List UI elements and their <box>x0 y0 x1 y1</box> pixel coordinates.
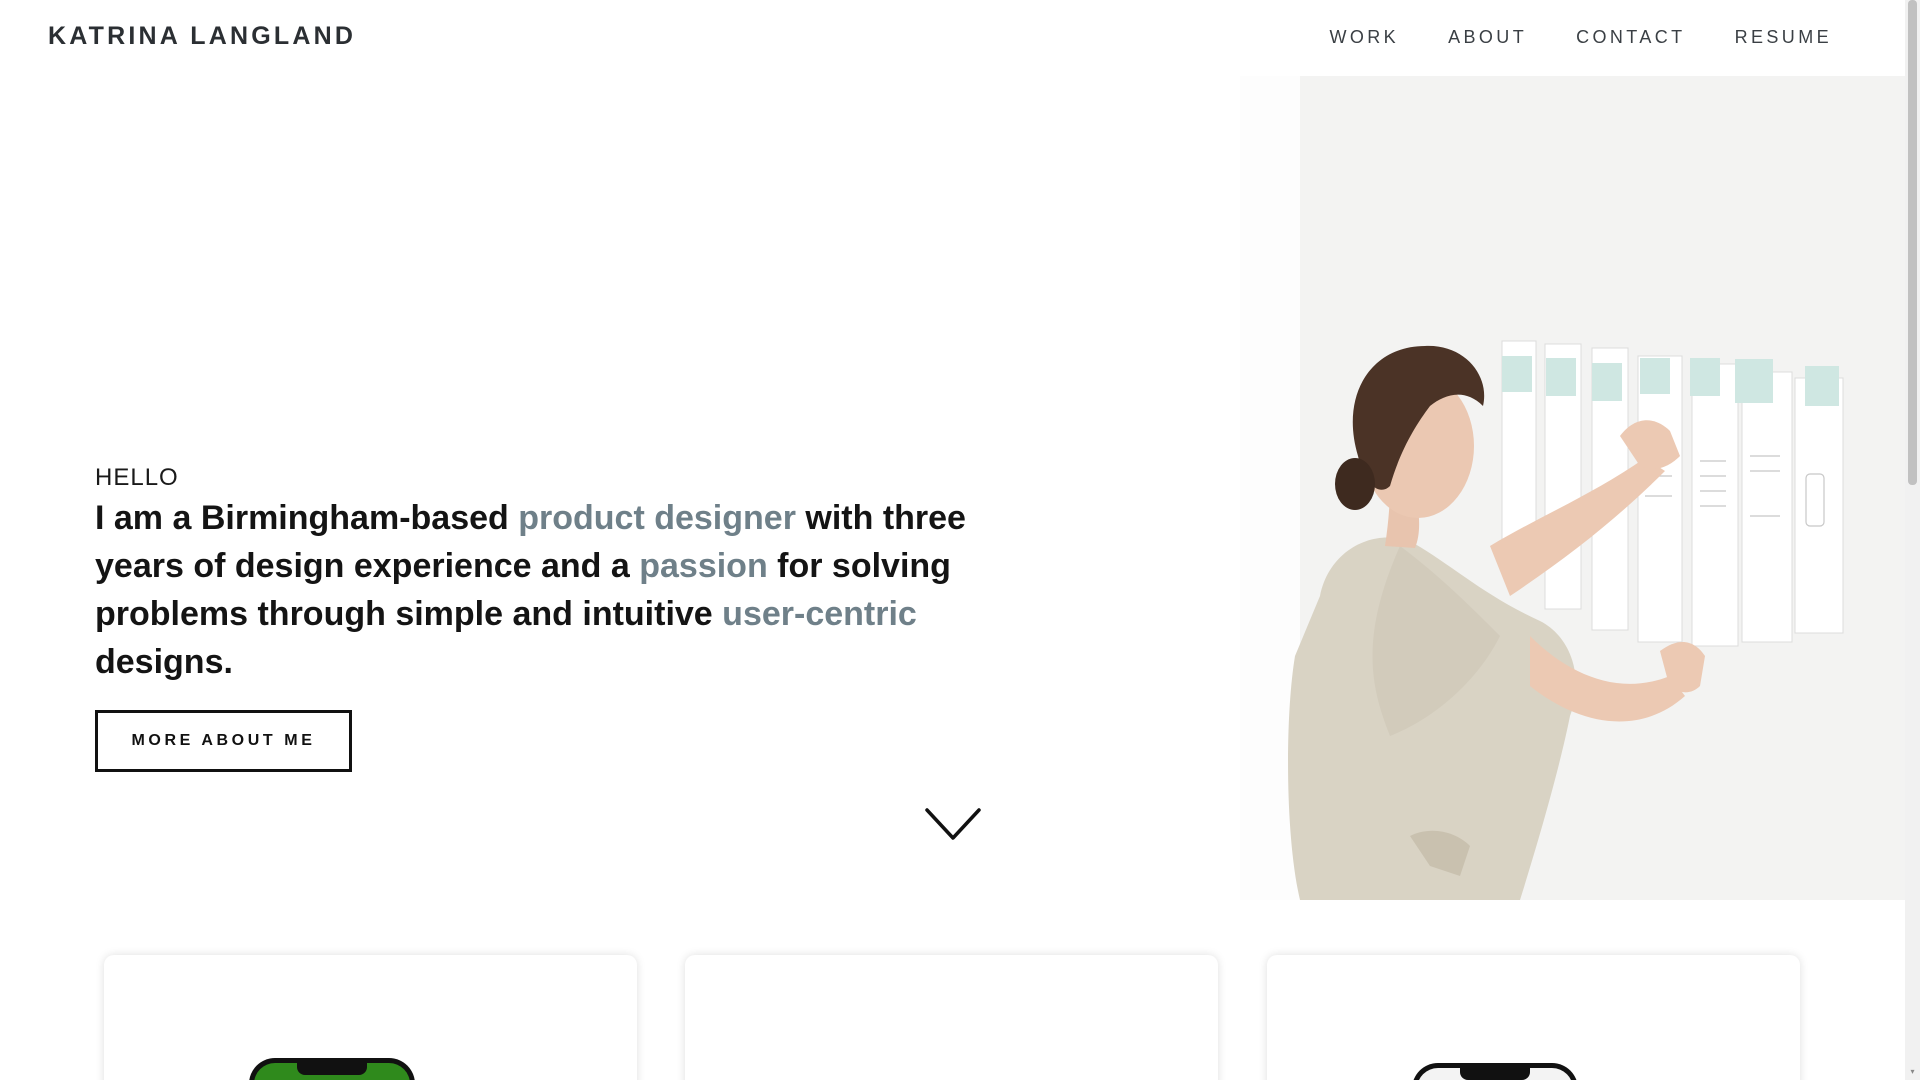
nav-link-contact[interactable]: CONTACT <box>1576 27 1685 48</box>
headline-part-1: I am a Birmingham-based <box>95 499 519 537</box>
scroll-down-arrow-icon[interactable]: ▾ <box>1908 1067 1917 1077</box>
work-card[interactable] <box>1267 955 1800 1080</box>
phone-notch <box>297 1063 367 1075</box>
hero-section: HELLO I am a Birmingham-based product de… <box>0 76 1905 900</box>
chevron-down-icon[interactable] <box>924 806 982 844</box>
page-scrollbar[interactable]: ▾ <box>1905 0 1920 1080</box>
scrollbar-thumb[interactable] <box>1908 0 1917 485</box>
work-card[interactable] <box>685 955 1218 1080</box>
work-cards <box>0 955 1905 1080</box>
nav-link-about[interactable]: ABOUT <box>1448 27 1527 48</box>
hero-photo <box>1240 76 1905 900</box>
phone-mockup-icon <box>1412 1063 1578 1080</box>
designer-illustration <box>1240 76 1905 900</box>
page: KATRINA LANGLAND WORK ABOUT CONTACT RESU… <box>0 0 1905 1080</box>
hero-greeting: HELLO <box>95 464 179 491</box>
hero-text: HELLO I am a Birmingham-based product de… <box>95 464 1055 686</box>
phone-notch <box>1460 1068 1530 1080</box>
work-card[interactable] <box>104 955 637 1080</box>
site-logo[interactable]: KATRINA LANGLAND <box>48 22 356 51</box>
headline-highlight-product-designer: product designer <box>518 499 796 537</box>
more-about-me-button[interactable]: MORE ABOUT ME <box>95 710 352 772</box>
headline-highlight-passion: passion <box>639 547 768 585</box>
hero-headline: I am a Birmingham-based product designer… <box>95 494 1035 686</box>
site-header: KATRINA LANGLAND WORK ABOUT CONTACT RESU… <box>0 0 1905 76</box>
nav-link-work[interactable]: WORK <box>1329 27 1399 48</box>
main-nav: WORK ABOUT CONTACT RESUME <box>1329 27 1832 48</box>
phone-mockup-icon <box>249 1058 415 1080</box>
headline-part-4: designs. <box>95 643 233 681</box>
headline-highlight-user-centric: user-centric <box>722 595 917 633</box>
nav-link-resume[interactable]: RESUME <box>1735 27 1832 48</box>
